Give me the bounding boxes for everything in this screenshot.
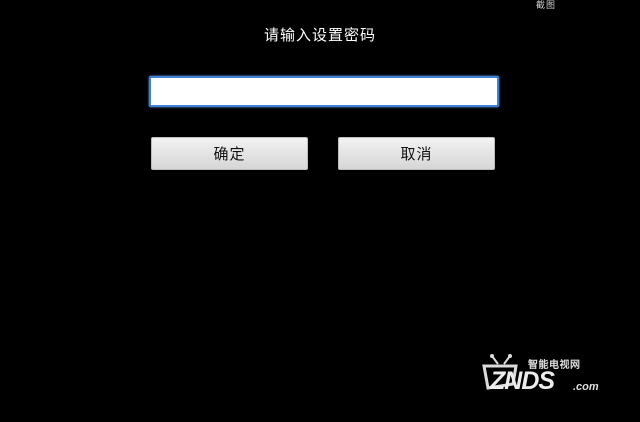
dialog-title: 请输入设置密码 [263, 26, 376, 44]
password-dialog-screen: 截图 请输入设置密码 确定 取消 智能电视网 ZNDS .com [0, 0, 640, 422]
watermark-brand: ZNDS [490, 367, 555, 395]
znds-watermark: 智能电视网 ZNDS .com [476, 344, 616, 404]
watermark-domain: .com [573, 381, 599, 393]
password-input[interactable] [149, 76, 499, 107]
cancel-button[interactable]: 取消 [338, 137, 495, 170]
screenshot-label: 截图 [536, 1, 557, 11]
confirm-button[interactable]: 确定 [151, 137, 308, 170]
